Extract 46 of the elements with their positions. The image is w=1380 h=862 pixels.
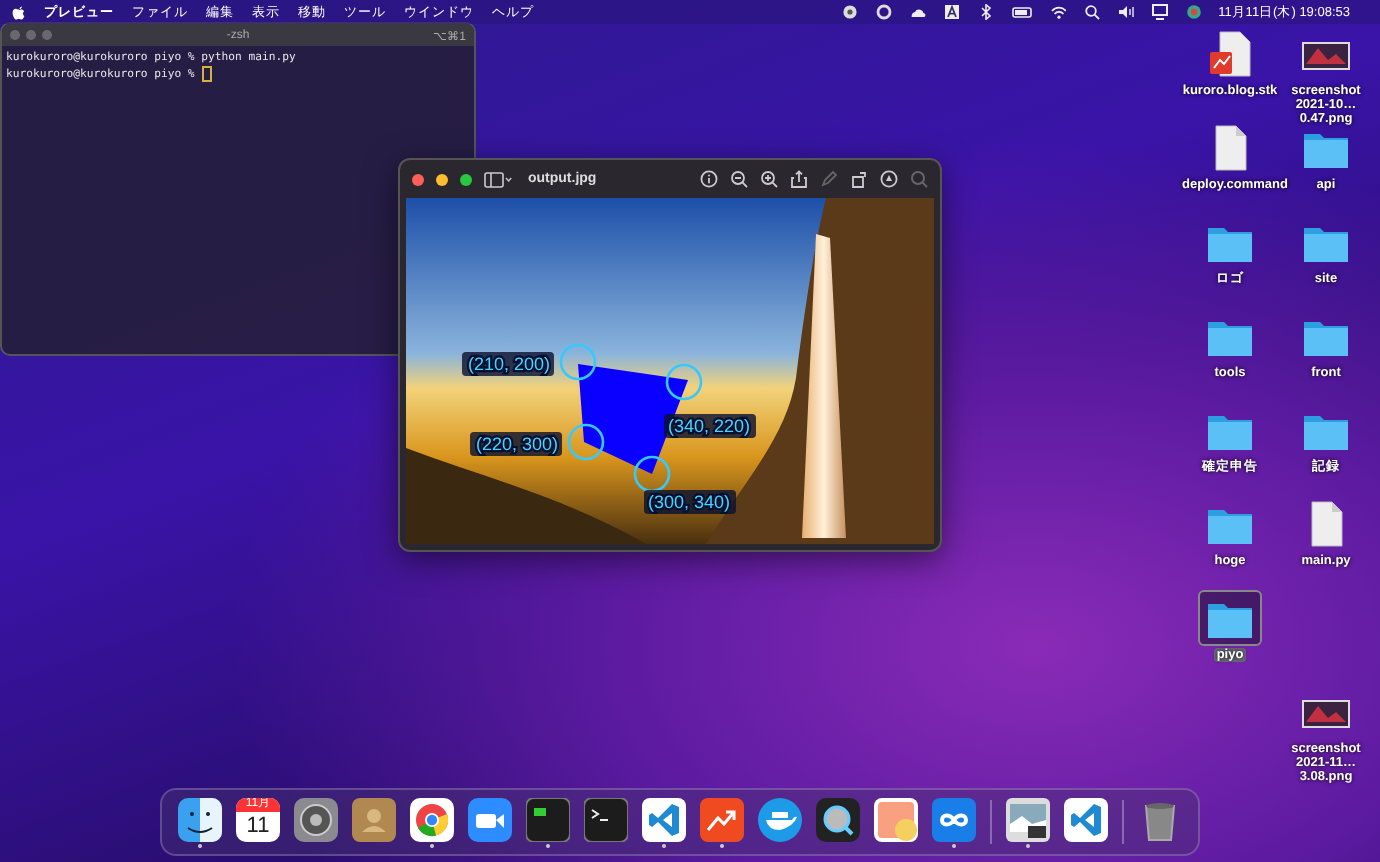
browser-icon[interactable] [410,798,454,842]
whale-icon[interactable] [758,798,802,842]
infinity-icon[interactable] [932,798,976,842]
note-icon[interactable] [874,798,918,842]
text-cursor [201,66,212,82]
zoom-button[interactable] [460,173,472,185]
markup-icon[interactable] [880,170,898,188]
info-icon[interactable] [700,170,718,188]
coordinate-label: (210, 200) [467,354,550,374]
marker-circle [559,343,597,381]
document-icon[interactable] [1204,30,1256,78]
terminal-icon[interactable] [584,798,628,842]
marker-circle [567,423,605,461]
record-icon[interactable] [842,4,859,20]
letter-icon[interactable] [944,4,961,20]
pen-icon[interactable] [820,170,838,188]
code-editor-icon[interactable] [642,798,686,842]
rotate-icon[interactable] [850,170,868,188]
photo-viewer-icon[interactable] [1006,798,1050,842]
marker-circle [665,363,703,401]
bluetooth-icon[interactable] [978,4,995,20]
apple-icon[interactable] [12,4,26,20]
finder-icon[interactable] [178,798,222,842]
coordinate-label: (220, 300) [475,434,558,454]
marker-circle [633,455,671,493]
display-icon[interactable] [1152,4,1169,20]
speaker-icon[interactable] [1118,4,1135,20]
code-editor-icon[interactable] [1064,798,1108,842]
zoom-in-icon[interactable] [760,170,778,188]
day-label: 11 [246,812,270,842]
search-icon[interactable] [1084,4,1101,20]
terminal-icon[interactable] [526,798,570,842]
wifi-icon[interactable] [1050,4,1067,20]
cloud-icon[interactable] [910,4,927,20]
coordinate-label: (300, 340) [648,492,731,512]
share-icon[interactable] [790,170,808,188]
close-button[interactable] [412,173,424,185]
control-center-icon[interactable] [1186,4,1203,20]
battery-icon[interactable] [1012,4,1033,20]
zoom-out-icon[interactable] [730,170,748,188]
magnifier-q-icon[interactable] [816,798,860,842]
video-camera-icon[interactable] [468,798,512,842]
coordinate-label: (340, 220) [668,416,751,436]
contact-book-icon[interactable] [352,798,396,842]
sidebar-toggle-icon[interactable] [484,171,512,187]
minimize-button[interactable] [436,173,448,185]
